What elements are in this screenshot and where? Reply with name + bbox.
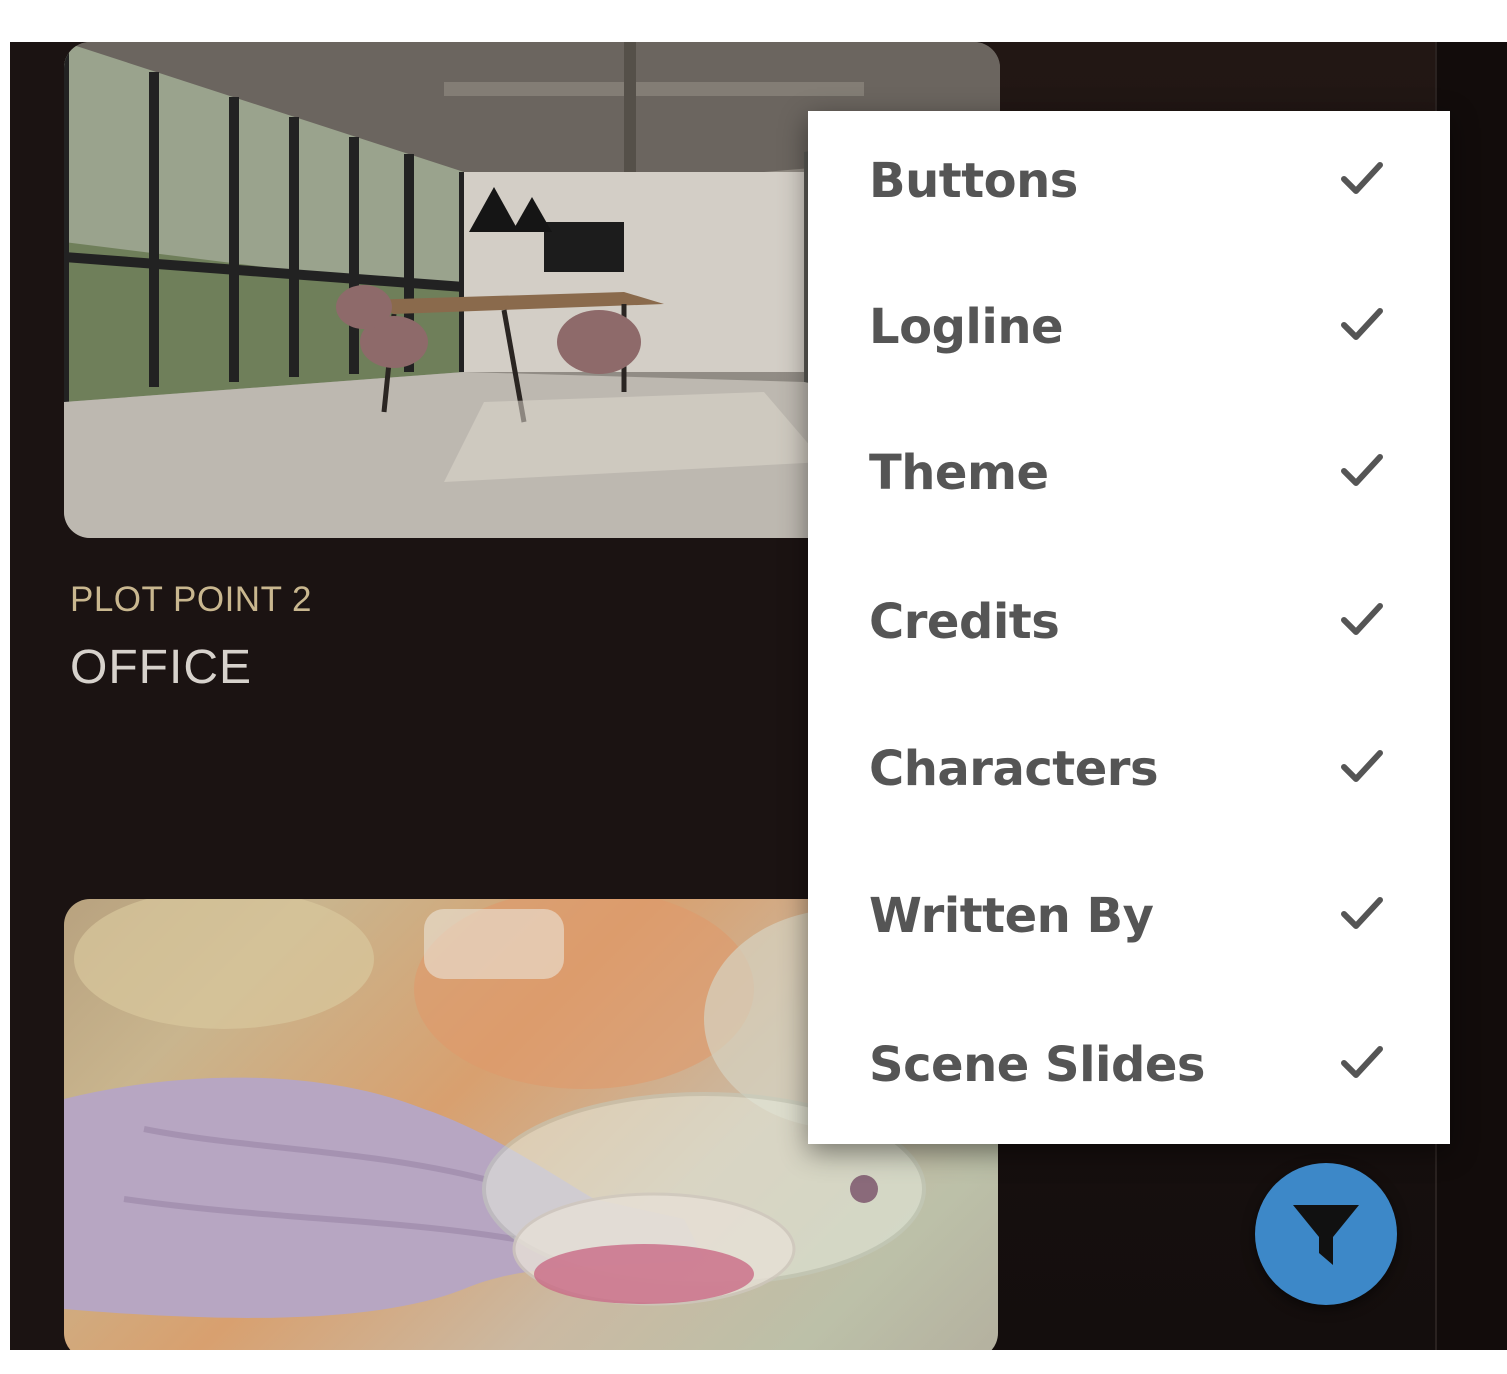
- menu-item-theme[interactable]: Theme: [808, 403, 1450, 551]
- menu-item-label: Characters: [869, 741, 1159, 797]
- display-options-menu: Buttons Logline Theme Credits Characters…: [808, 111, 1450, 1144]
- menu-item-scene-slides[interactable]: Scene Slides: [808, 995, 1450, 1143]
- check-icon: [1341, 750, 1383, 782]
- menu-item-credits[interactable]: Credits: [808, 552, 1450, 700]
- menu-item-logline[interactable]: Logline: [808, 257, 1450, 405]
- check-icon: [1341, 454, 1383, 486]
- scene-board: PLOT POINT 2 OFFICE Buttons Logline Them…: [10, 42, 1507, 1350]
- menu-item-label: Buttons: [869, 153, 1078, 209]
- menu-item-label: Logline: [869, 299, 1064, 355]
- filter-icon: [1293, 1205, 1359, 1265]
- menu-item-written-by[interactable]: Written By: [808, 846, 1450, 994]
- menu-item-label: Theme: [869, 445, 1049, 501]
- menu-item-buttons[interactable]: Buttons: [808, 111, 1450, 259]
- check-icon: [1341, 603, 1383, 635]
- check-icon: [1341, 162, 1383, 194]
- menu-item-label: Written By: [869, 888, 1154, 944]
- scene-title: OFFICE: [70, 641, 252, 694]
- menu-item-label: Scene Slides: [869, 1037, 1205, 1093]
- check-icon: [1341, 308, 1383, 340]
- check-icon: [1341, 897, 1383, 929]
- menu-item-characters[interactable]: Characters: [808, 699, 1450, 847]
- filter-button[interactable]: [1255, 1163, 1397, 1305]
- plot-point-label: PLOT POINT 2: [70, 580, 313, 619]
- check-icon: [1341, 1046, 1383, 1078]
- menu-item-label: Credits: [869, 594, 1060, 650]
